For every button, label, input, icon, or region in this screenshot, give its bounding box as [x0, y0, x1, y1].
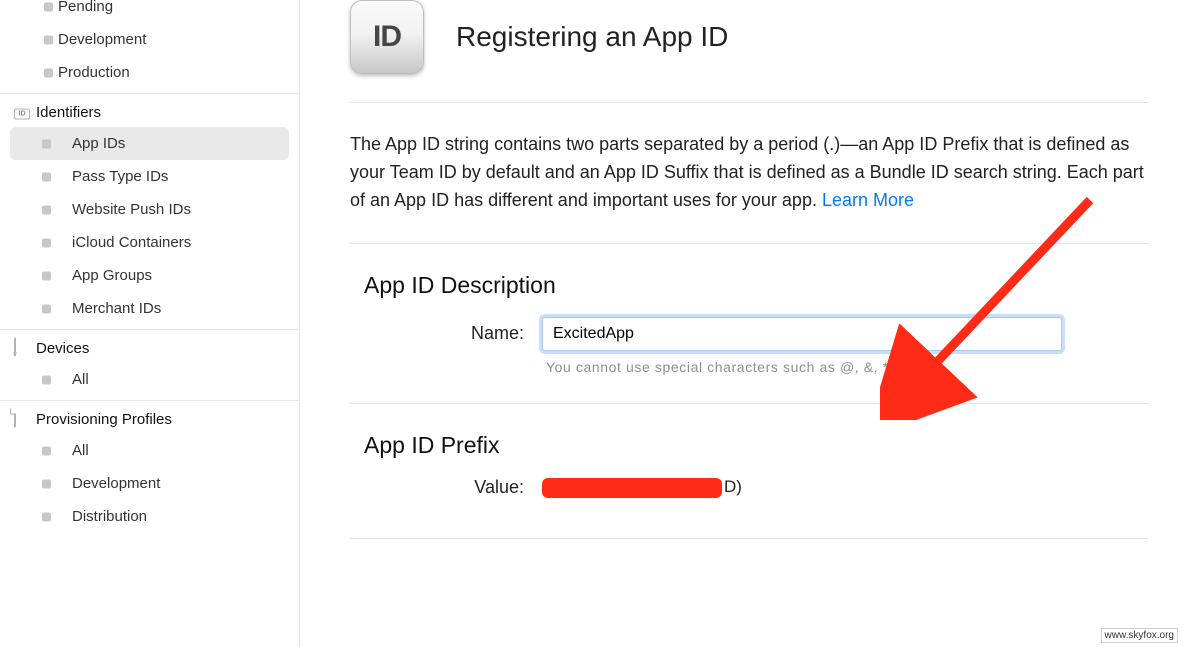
sidebar-item-app-ids[interactable]: App IDs	[10, 127, 289, 160]
id-badge-icon: ID	[350, 0, 424, 74]
bullet-icon	[42, 139, 51, 148]
section-app-id-description: App ID Description	[350, 272, 1148, 299]
value-label: Value:	[364, 477, 524, 498]
bullet-icon	[42, 375, 51, 384]
intro-text: The App ID string contains two parts sep…	[350, 131, 1148, 215]
divider	[350, 243, 1148, 244]
bullet-icon	[44, 68, 53, 77]
sidebar-item-prov-all[interactable]: All	[10, 434, 289, 467]
bullet-icon	[42, 479, 51, 488]
sidebar-top-item[interactable]: Production	[0, 56, 299, 89]
sidebar: Pending Development Production ID Identi…	[0, 0, 300, 647]
sidebar-top-item[interactable]: Development	[0, 23, 299, 56]
sidebar-section-devices: Devices	[0, 329, 299, 363]
id-card-icon: ID	[14, 102, 30, 119]
sidebar-item-prov-distribution[interactable]: Distribution	[10, 500, 289, 533]
page-title: Registering an App ID	[456, 21, 728, 53]
name-hint: You cannot use special characters such a…	[350, 359, 1148, 375]
learn-more-link[interactable]: Learn More	[822, 190, 914, 210]
bullet-icon	[42, 205, 51, 214]
bullet-icon	[44, 35, 53, 44]
bullet-icon	[42, 172, 51, 181]
sidebar-top-item[interactable]: Pending	[0, 0, 299, 23]
sidebar-item-app-groups[interactable]: App Groups	[10, 259, 289, 292]
name-input[interactable]	[542, 317, 1062, 351]
bullet-icon	[42, 271, 51, 280]
bullet-icon	[42, 238, 51, 247]
redaction-icon	[542, 478, 722, 498]
divider	[350, 538, 1148, 539]
sidebar-item-devices-all[interactable]: All	[10, 363, 289, 396]
name-label: Name:	[364, 323, 524, 344]
sidebar-item-pass-type-ids[interactable]: Pass Type IDs	[10, 160, 289, 193]
bullet-icon	[44, 2, 53, 11]
bullet-icon	[42, 512, 51, 521]
document-icon	[14, 409, 16, 426]
section-app-id-prefix: App ID Prefix	[350, 432, 1148, 459]
sidebar-item-website-push-ids[interactable]: Website Push IDs	[10, 193, 289, 226]
device-icon	[14, 338, 16, 355]
bullet-icon	[42, 446, 51, 455]
main-content: ID Registering an App ID The App ID stri…	[300, 0, 1184, 647]
sidebar-section-provisioning: Provisioning Profiles	[0, 400, 299, 434]
bullet-icon	[42, 304, 51, 313]
sidebar-section-identifiers: ID Identifiers	[0, 93, 299, 127]
sidebar-item-merchant-ids[interactable]: Merchant IDs	[10, 292, 289, 325]
divider	[350, 403, 1148, 404]
watermark: www.skyfox.org	[1101, 628, 1178, 643]
sidebar-item-prov-development[interactable]: Development	[10, 467, 289, 500]
divider	[350, 102, 1148, 103]
value-redacted: D)	[542, 477, 742, 498]
sidebar-item-icloud-containers[interactable]: iCloud Containers	[10, 226, 289, 259]
